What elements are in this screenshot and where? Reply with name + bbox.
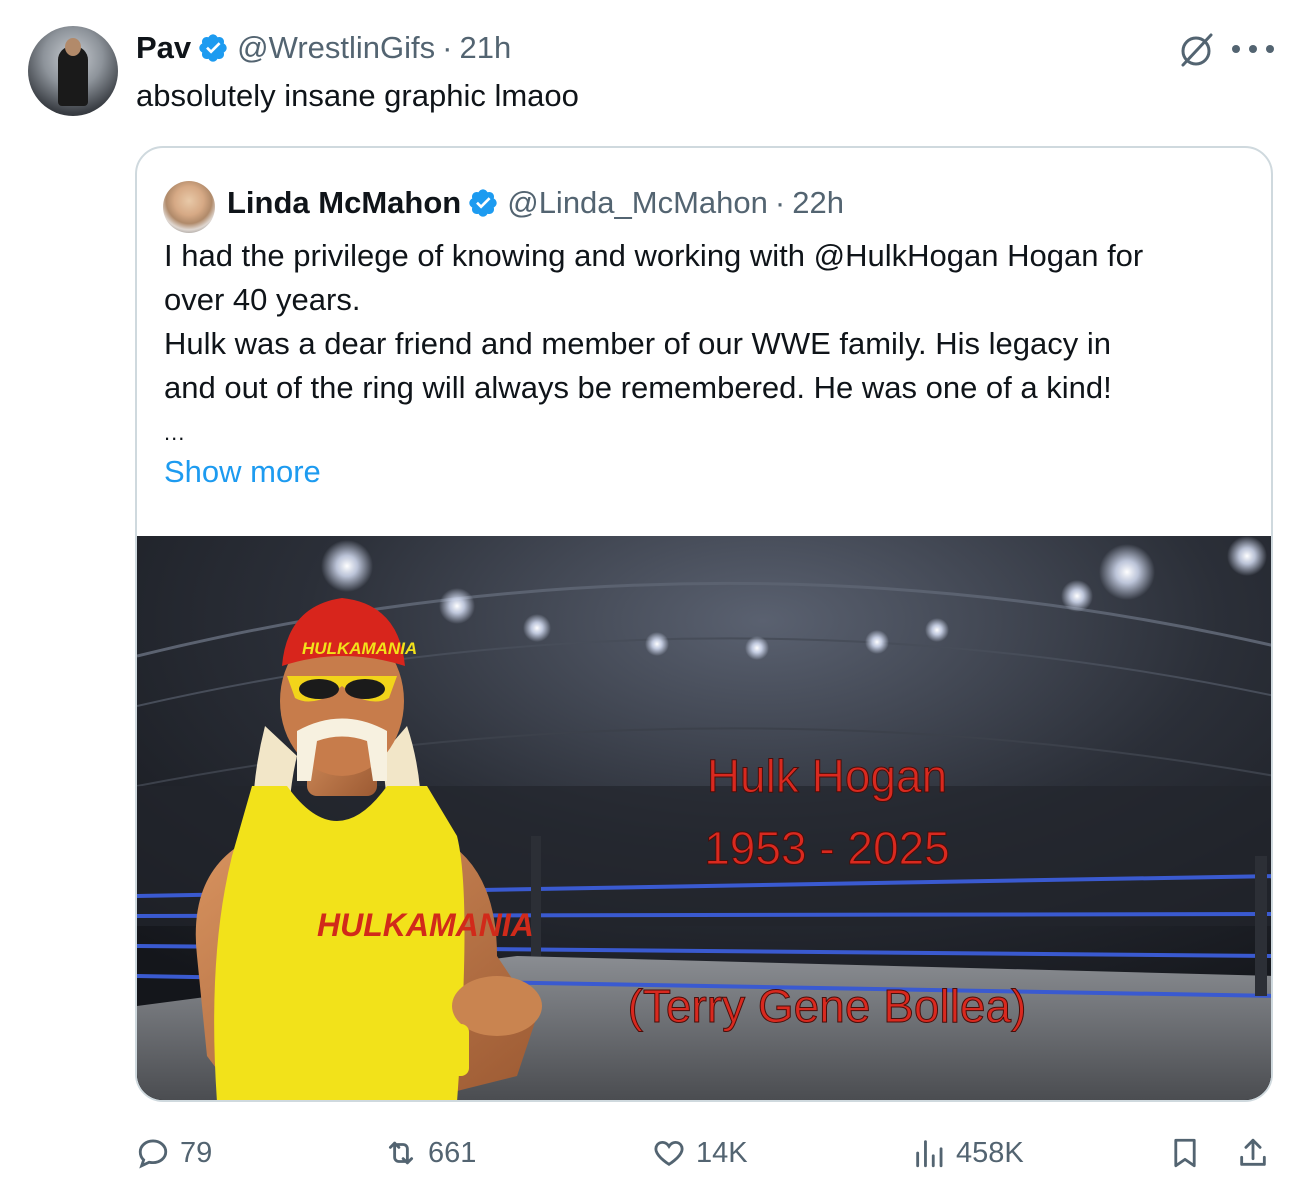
- tweet-time[interactable]: 21h: [459, 30, 511, 66]
- separator: ·: [774, 185, 786, 220]
- share-button[interactable]: [1236, 1128, 1280, 1178]
- quoted-ellipsis: ...: [164, 420, 186, 445]
- tweet-actions: 79 661 14K 458K: [0, 1128, 1308, 1178]
- like-count: 14K: [696, 1136, 748, 1169]
- more-dot: [1232, 45, 1240, 53]
- quoted-text-line: Hulk was a dear friend and member of our…: [164, 326, 1111, 361]
- repost-icon: [388, 1141, 414, 1165]
- quoted-author-handle[interactable]: @Linda_McMahon: [507, 185, 768, 221]
- tweet-header: Pav @WrestlinGifs · 21h: [136, 28, 511, 68]
- quoted-tweet-header: Linda McMahon @Linda_McMahon · 22h: [227, 181, 844, 225]
- quoted-text-line: I had the privilege of knowing and worki…: [164, 238, 1144, 273]
- verified-badge-icon: [199, 34, 227, 62]
- bookmark-button[interactable]: [1168, 1128, 1212, 1178]
- share-icon: [1240, 1138, 1266, 1166]
- quoted-tweet[interactable]: Linda McMahon @Linda_McMahon · 22h I had…: [135, 146, 1273, 1102]
- quoted-author-avatar[interactable]: [163, 181, 215, 233]
- more-icon[interactable]: [1232, 34, 1274, 64]
- quoted-tweet-text: I had the privilege of knowing and worki…: [164, 234, 1254, 410]
- views-count: 458K: [956, 1136, 1024, 1169]
- reply-button[interactable]: 79: [136, 1128, 212, 1178]
- more-dot: [1266, 45, 1274, 53]
- reply-icon: [138, 1139, 168, 1169]
- like-button[interactable]: 14K: [652, 1128, 748, 1178]
- show-more-link[interactable]: Show more: [164, 454, 321, 490]
- author-handle[interactable]: @WrestlinGifs: [237, 30, 435, 66]
- repost-count: 661: [428, 1136, 477, 1169]
- quoted-text-line: over 40 years.: [164, 282, 361, 317]
- quoted-author-name[interactable]: Linda McMahon: [227, 185, 461, 221]
- tweet-text: absolutely insane graphic lmaoo: [136, 78, 579, 113]
- quoted-tweet-time[interactable]: 22h: [792, 185, 844, 221]
- quoted-media-image[interactable]: HULKAMANIA HULKAMANIA Hulk Hogan 1953 - …: [137, 536, 1271, 1100]
- verified-badge-icon: [469, 189, 497, 217]
- author-name[interactable]: Pav: [136, 30, 191, 66]
- image-years: 1953 - 2025: [704, 822, 950, 874]
- quoted-text-line: and out of the ring will always be remem…: [164, 370, 1112, 405]
- shirt-text: HULKAMANIA: [317, 907, 534, 943]
- views-icon: [916, 1140, 943, 1168]
- repost-button[interactable]: 661: [384, 1128, 476, 1178]
- bookmark-icon: [1174, 1138, 1196, 1168]
- wristband: [419, 1024, 469, 1076]
- separator: ·: [442, 30, 453, 65]
- more-dot: [1249, 45, 1257, 53]
- image-title: Hulk Hogan: [707, 750, 947, 802]
- author-avatar[interactable]: [28, 26, 118, 116]
- reply-count: 79: [180, 1136, 213, 1169]
- tribute-graphic: HULKAMANIA HULKAMANIA Hulk Hogan 1953 - …: [137, 536, 1271, 1100]
- bandana-text: HULKAMANIA: [302, 639, 417, 658]
- like-icon: [654, 1140, 684, 1166]
- views-button[interactable]: 458K: [912, 1128, 1024, 1178]
- grok-icon[interactable]: [1176, 30, 1216, 70]
- avatar-head: [65, 38, 81, 56]
- image-subtitle: (Terry Gene Bollea): [628, 980, 1027, 1032]
